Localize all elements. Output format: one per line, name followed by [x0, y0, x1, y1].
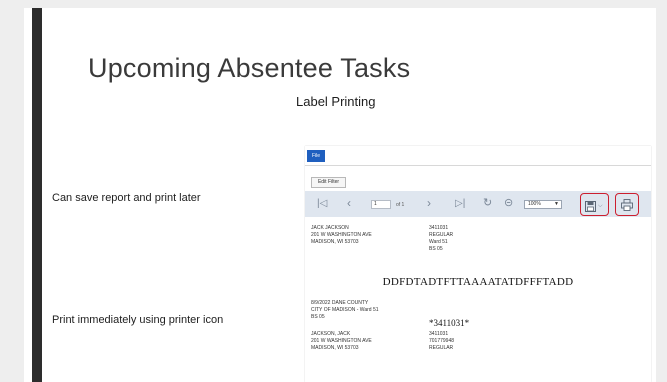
last-page-icon[interactable]: ▷|	[455, 199, 465, 209]
zoom-select[interactable]: 100% ▼	[524, 200, 562, 209]
label1-details: 3411031 REGULAR Ward 51 BS 05	[429, 225, 454, 252]
barcode-line: DDFDTADTFTTAAAATATDFFFTADD	[382, 276, 574, 288]
page-number-input[interactable]: 1	[371, 200, 391, 209]
report-viewer-screenshot: File Edit Filter |◁ ‹ 1 of 1 › ▷| ↻ ⊝ 10…	[305, 146, 651, 382]
file-menu-tab[interactable]: File	[307, 150, 325, 162]
printer-icon[interactable]	[621, 198, 633, 216]
save-note: Can save report and print later	[52, 192, 201, 204]
refresh-icon[interactable]: ↻	[483, 198, 492, 209]
label1-address: JACK JACKSON 201 W WASHINGTON AVE MADISO…	[311, 225, 372, 245]
save-options-chevron-icon[interactable]: ⌵	[598, 201, 603, 211]
save-icon[interactable]	[585, 199, 596, 217]
print-note: Print immediately using printer icon	[52, 314, 224, 326]
slide-title: Upcoming Absentee Tasks	[88, 53, 411, 83]
page-count-label: of 1	[396, 202, 405, 208]
edit-filter-button[interactable]: Edit Filter	[311, 177, 346, 188]
chevron-down-icon: ▼	[554, 201, 559, 207]
label2-serial: *3411031*	[429, 318, 470, 328]
label2-address: JACKSON, JACK 201 W WASHINGTON AVE MADIS…	[311, 331, 372, 351]
next-page-icon[interactable]: ›	[427, 197, 431, 209]
previous-page-icon[interactable]: ‹	[347, 197, 351, 209]
label2-header: 8/9/2022 DANE COUNTY CITY OF MADISON - W…	[311, 300, 379, 320]
label2-details: 3411031 701779948 REGULAR	[429, 331, 455, 351]
slide-accent-bar	[32, 8, 42, 382]
slide-subtitle: Label Printing	[296, 94, 376, 109]
zoom-value: 100%	[528, 201, 541, 207]
report-menu-bar: File	[305, 146, 651, 166]
back-icon[interactable]: ⊝	[504, 198, 513, 209]
first-page-icon[interactable]: |◁	[317, 199, 327, 209]
